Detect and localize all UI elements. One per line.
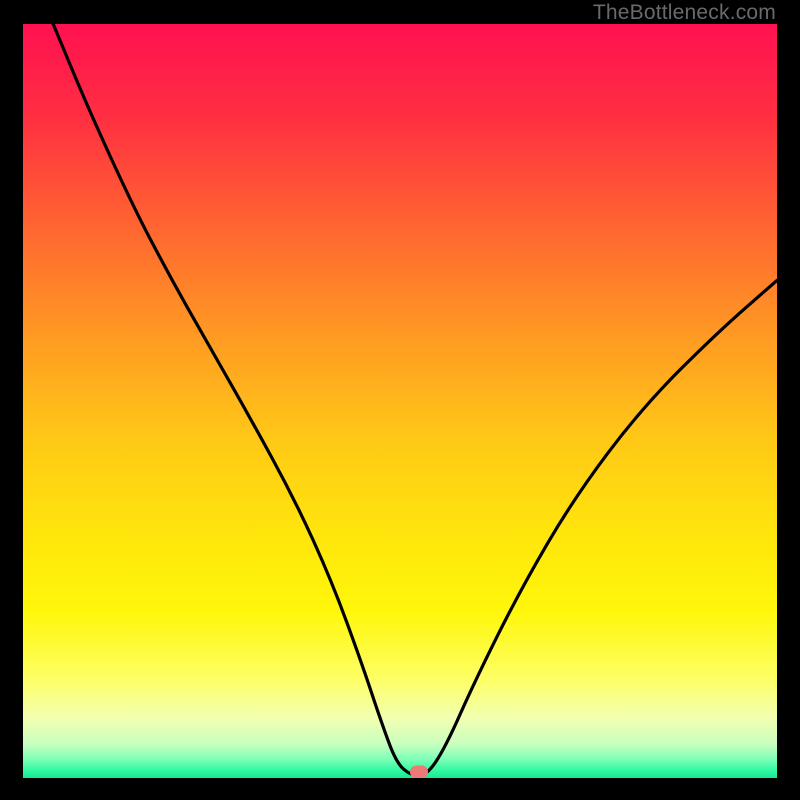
plot-area — [23, 24, 777, 778]
chart-frame: TheBottleneck.com — [0, 0, 800, 800]
bottleneck-curve — [23, 24, 777, 778]
optimal-marker — [410, 766, 428, 779]
watermark-text: TheBottleneck.com — [593, 1, 776, 25]
